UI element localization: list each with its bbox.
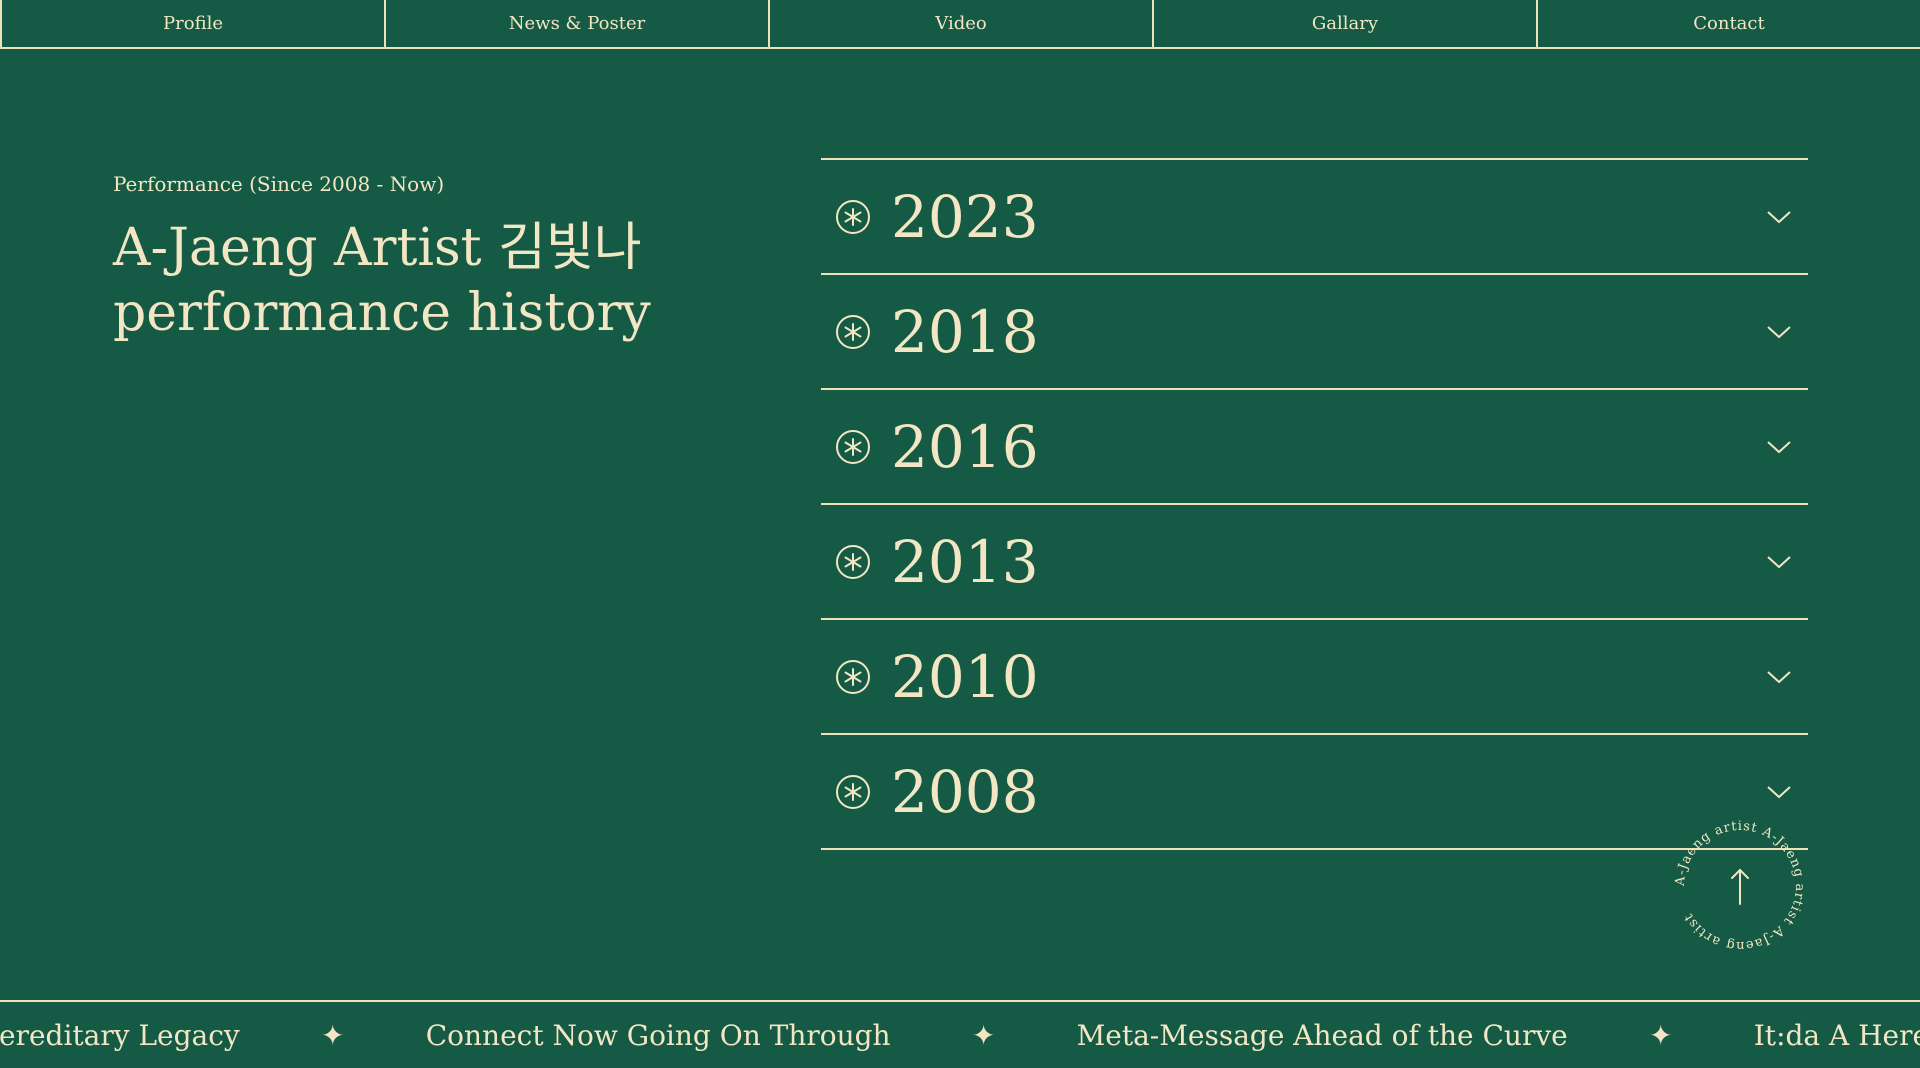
asterisk-circle-icon xyxy=(836,774,870,809)
accordion-row-2023[interactable]: 2023 xyxy=(821,160,1808,275)
asterisk-circle-icon xyxy=(836,199,870,234)
chevron-down-icon xyxy=(1767,210,1791,223)
nav-news-poster[interactable]: News & Poster xyxy=(386,0,770,47)
four-point-star-icon: ✦ xyxy=(1649,1019,1673,1052)
marquee-track: ereditary Legacy ✦ Connect Now Going On … xyxy=(0,1019,1920,1053)
marquee-item: Meta-Message Ahead of the Curve xyxy=(1076,1019,1568,1052)
chevron-down-icon xyxy=(1767,440,1791,453)
marquee-item: ereditary Legacy xyxy=(0,1019,240,1052)
scroll-top-badge[interactable]: A-Jaeng artist A-Jaeng artist A-Jaeng ar… xyxy=(1672,818,1808,954)
asterisk-circle-icon xyxy=(836,314,870,349)
nav-contact[interactable]: Contact xyxy=(1538,0,1920,47)
asterisk-circle-icon xyxy=(836,429,870,464)
marquee-item: It:da A Hereditary Legacy xyxy=(1753,1019,1920,1052)
chevron-down-icon xyxy=(1767,555,1791,568)
chevron-down-icon xyxy=(1767,325,1791,338)
accordion-row-2016[interactable]: 2016 xyxy=(821,390,1808,505)
section-kicker: Performance (Since 2008 - Now) xyxy=(113,172,445,196)
asterisk-circle-icon xyxy=(836,544,870,579)
marquee-item: Connect Now Going On Through xyxy=(425,1019,891,1052)
accordion-year-label: 2023 xyxy=(891,182,1039,251)
four-point-star-icon: ✦ xyxy=(971,1019,996,1052)
accordion-year-label: 2016 xyxy=(891,412,1039,481)
accordion-row-2018[interactable]: 2018 xyxy=(821,275,1808,390)
page-title-line-2: performance history xyxy=(113,283,651,343)
year-accordion: 2023 2018 2016 2013 2010 2008 xyxy=(821,158,1808,850)
marquee-banner: ereditary Legacy ✦ Connect Now Going On … xyxy=(0,1000,1920,1068)
accordion-year-label: 2013 xyxy=(891,527,1039,596)
accordion-row-2010[interactable]: 2010 xyxy=(821,620,1808,735)
accordion-year-label: 2010 xyxy=(891,642,1039,711)
arrow-up-icon xyxy=(1731,868,1749,905)
accordion-year-label: 2008 xyxy=(891,757,1039,826)
accordion-row-2008[interactable]: 2008 xyxy=(821,735,1808,850)
top-nav: Profile News & Poster Video Gallary Cont… xyxy=(0,0,1920,49)
page-title-line-1: A-Jaeng Artist 김빛나 xyxy=(113,218,642,278)
accordion-year-label: 2018 xyxy=(891,297,1039,366)
nav-video[interactable]: Video xyxy=(770,0,1154,47)
asterisk-circle-icon xyxy=(836,659,870,694)
chevron-down-icon xyxy=(1767,785,1791,798)
nav-gallery[interactable]: Gallary xyxy=(1154,0,1538,47)
four-point-star-icon: ✦ xyxy=(321,1019,345,1052)
nav-profile[interactable]: Profile xyxy=(0,0,386,47)
accordion-row-2013[interactable]: 2013 xyxy=(821,505,1808,620)
chevron-down-icon xyxy=(1767,670,1791,683)
page-title: A-Jaeng Artist 김빛나 performance history xyxy=(113,216,733,346)
